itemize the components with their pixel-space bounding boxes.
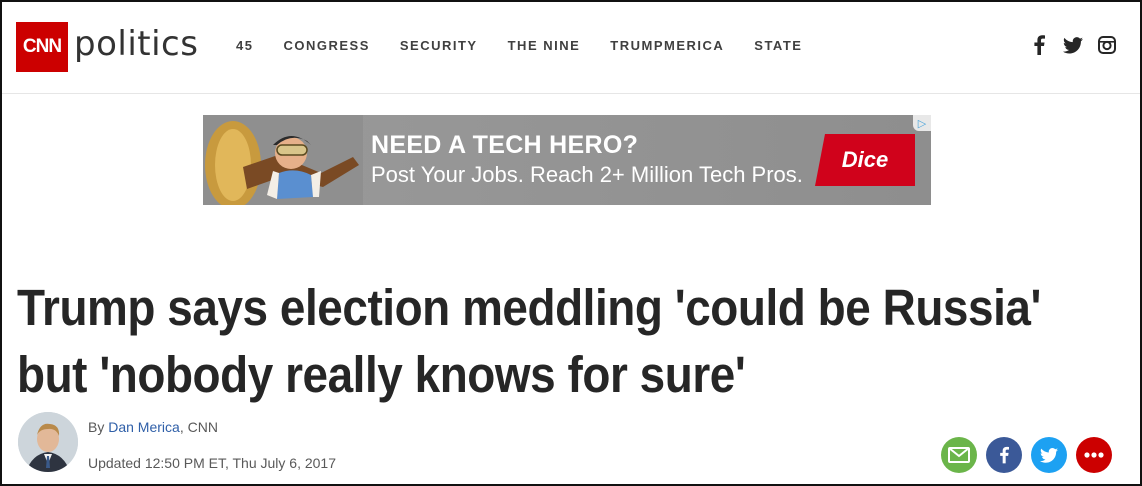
ad-headline: NEED A TECH HERO? <box>371 131 639 159</box>
headline-line-2: but 'nobody really knows for sure' <box>17 346 746 404</box>
ad-subline: Post Your Jobs. Reach 2+ Million Tech Pr… <box>371 162 803 187</box>
section-logo-word[interactable]: politics <box>74 24 198 64</box>
nav-item-45[interactable]: 45 <box>236 38 253 53</box>
twitter-share-icon[interactable] <box>1031 437 1067 473</box>
tech-hero-illustration <box>203 115 363 205</box>
advertisement-banner[interactable]: NEED A TECH HERO? Post Your Jobs. Reach … <box>203 115 931 205</box>
more-icon[interactable] <box>1076 437 1112 473</box>
nav-item-state[interactable]: STATE <box>754 38 802 53</box>
instagram-icon[interactable] <box>1096 34 1118 56</box>
cnn-logo-text: CNN <box>22 36 62 57</box>
author-photo <box>18 412 78 472</box>
nav-item-security[interactable]: SECURITY <box>400 38 478 53</box>
author-avatar[interactable] <box>18 412 78 472</box>
nav-item-congress[interactable]: CONGRESS <box>283 38 369 53</box>
share-buttons <box>941 437 1112 473</box>
social-links <box>1028 34 1118 56</box>
nav-item-the-nine[interactable]: THE NINE <box>508 38 581 53</box>
adchoices-icon[interactable]: ▷ <box>913 115 931 131</box>
byline: By Dan Merica, CNN <box>88 419 218 435</box>
email-icon[interactable] <box>941 437 977 473</box>
nav-item-trumpmerica[interactable]: TRUMPMERICA <box>610 38 724 53</box>
twitter-icon[interactable] <box>1062 34 1084 56</box>
cnn-logo[interactable]: CNN <box>16 22 68 72</box>
headline-line-1: Trump says election meddling 'could be R… <box>17 279 1041 336</box>
dice-logo: Dice <box>815 134 915 186</box>
updated-timestamp: Updated 12:50 PM ET, Thu July 6, 2017 <box>88 455 337 471</box>
section-nav: 45 CONGRESS SECURITY THE NINE TRUMPMERIC… <box>236 38 832 53</box>
site-header: CNN politics 45 CONGRESS SECURITY THE NI… <box>2 2 1140 94</box>
byline-source: , CNN <box>179 419 218 435</box>
article-headline: Trump says election meddling 'could be R… <box>17 274 1124 409</box>
page-frame: CNN politics 45 CONGRESS SECURITY THE NI… <box>0 0 1142 486</box>
dice-logo-text: Dice <box>841 147 889 172</box>
author-link[interactable]: Dan Merica <box>108 419 180 435</box>
facebook-icon[interactable] <box>1028 34 1050 56</box>
byline-prefix: By <box>88 419 109 435</box>
facebook-share-icon[interactable] <box>986 437 1022 473</box>
